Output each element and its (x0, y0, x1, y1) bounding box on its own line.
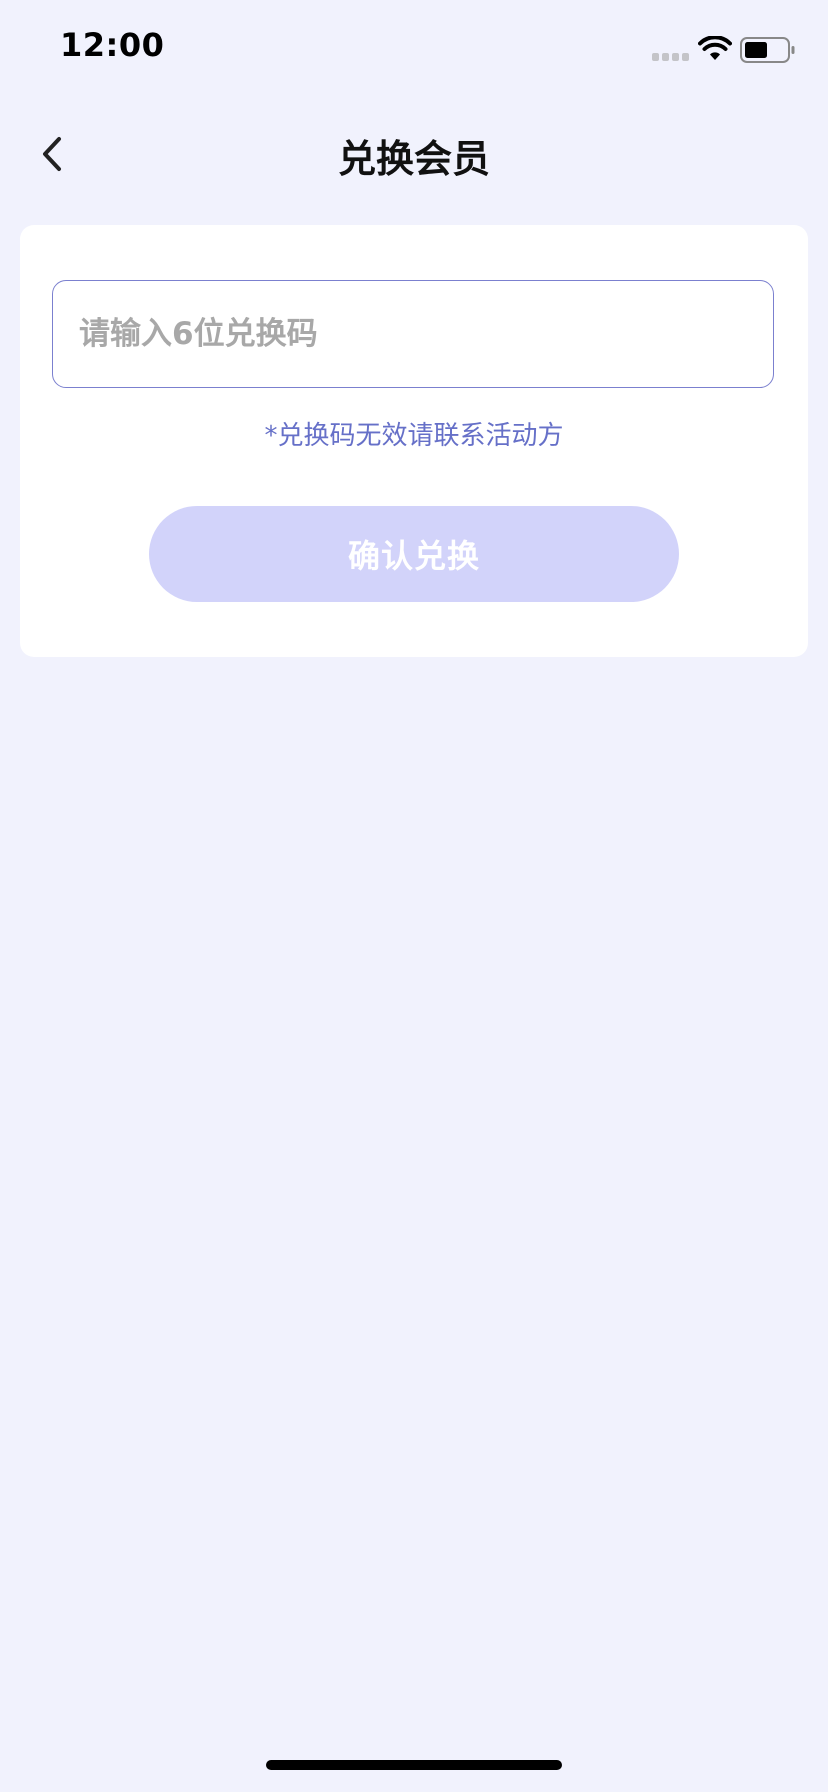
redeem-hint: *兑换码无效请联系活动方 (264, 421, 564, 451)
page-title: 兑换会员 (337, 137, 490, 181)
confirm-redeem-button[interactable]: 确认兑换 (149, 506, 679, 602)
status-bar: 12:00 (0, 0, 828, 100)
redeem-membership-screen: 12:00 兑换会员 *兑换码无效请联系活动方 确认兑换 (0, 0, 828, 1792)
status-time: 12:00 (60, 26, 165, 64)
home-indicator (266, 1760, 562, 1770)
battery-icon (740, 37, 795, 63)
nav-bar: 兑换会员 (0, 110, 828, 198)
wifi-icon (698, 36, 732, 60)
redeem-card: *兑换码无效请联系活动方 确认兑换 (20, 225, 808, 657)
redeem-code-input[interactable] (52, 280, 774, 388)
signal-icon (652, 53, 689, 61)
